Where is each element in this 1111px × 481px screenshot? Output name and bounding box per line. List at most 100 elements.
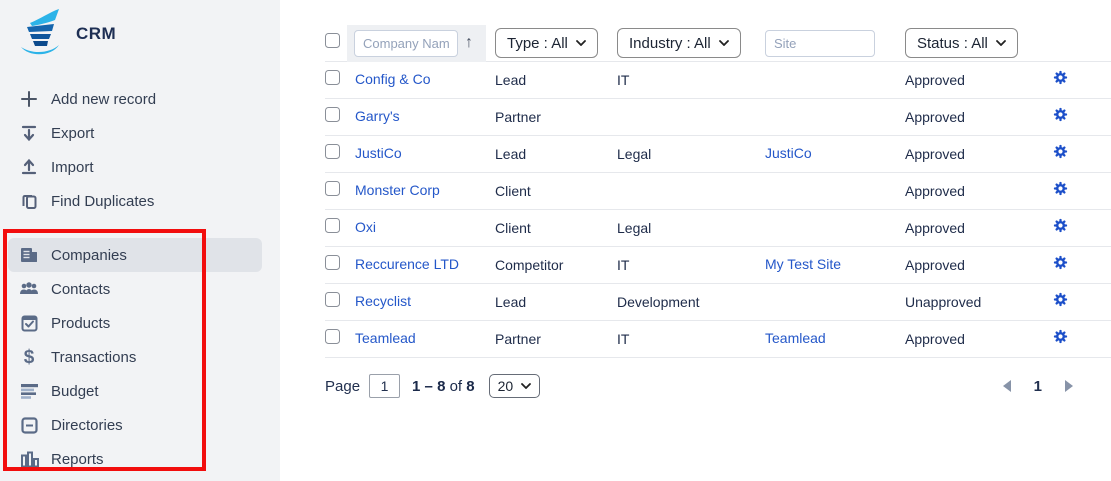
row-checkbox[interactable] [325,107,340,122]
status-cell: Approved [905,146,1053,162]
type-cell: Lead [495,294,617,310]
directories-icon [18,415,40,435]
select-all-checkbox[interactable] [325,33,340,48]
sidebar-item-find-duplicates[interactable]: Find Duplicates [0,184,280,218]
sidebar-item-export[interactable]: Export [0,116,280,150]
crm-boat-logo-icon [14,8,62,61]
industry-cell: Development [617,294,765,310]
company-name-link[interactable]: Recyclist [355,293,411,309]
page-switcher: 1 [1003,378,1097,395]
table-row[interactable]: Monster Corp Client Approved [325,173,1111,210]
sidebar-item-contacts[interactable]: Contacts [0,272,280,306]
page-size-value: 20 [498,378,514,394]
next-page-icon[interactable] [1065,380,1073,392]
company-name-link[interactable]: Teamlead [355,330,416,346]
sidebar-item-label: Contacts [51,281,110,298]
gear-icon[interactable] [1053,70,1068,85]
sidebar-item-budget[interactable]: Budget [0,374,280,408]
sidebar-item-label: Transactions [51,349,136,366]
row-checkbox[interactable] [325,218,340,233]
sidebar-item-transactions[interactable]: $ Transactions [0,340,280,374]
sidebar-item-companies[interactable]: Companies [0,238,280,272]
status-cell: Approved [905,183,1053,199]
gear-icon[interactable] [1053,218,1068,233]
contacts-icon [18,279,40,299]
sidebar-item-add-new-record[interactable]: Add new record [0,82,280,116]
table-row[interactable]: Config & Co Lead IT Approved [325,62,1111,99]
table-row[interactable]: Reccurence LTD Competitor IT My Test Sit… [325,247,1111,284]
gear-icon[interactable] [1053,107,1068,122]
previous-page-icon[interactable] [1003,380,1011,392]
site-link[interactable]: JustiCo [765,145,812,161]
transactions-icon: $ [18,347,40,367]
company-name-link[interactable]: Oxi [355,219,376,235]
gear-icon[interactable] [1053,255,1068,270]
status-cell: Approved [905,257,1053,273]
page-number-input[interactable] [369,374,400,398]
companies-icon [18,245,40,265]
industry-filter-dropdown[interactable]: Industry : All [617,28,741,58]
gear-icon[interactable] [1053,181,1068,196]
status-cell: Approved [905,109,1053,125]
gear-icon[interactable] [1053,292,1068,307]
site-link[interactable]: Teamlead [765,330,826,346]
type-cell: Client [495,183,617,199]
row-checkbox[interactable] [325,292,340,307]
site-filter-input[interactable] [765,30,875,57]
type-cell: Lead [495,72,617,88]
gear-icon[interactable] [1053,329,1068,344]
sidebar-nav: Companies Contacts Products $ Transactio… [0,238,280,476]
status-cell: Approved [905,331,1053,347]
row-checkbox[interactable] [325,144,340,159]
table-row[interactable]: JustiCo Lead Legal JustiCo Approved [325,136,1111,173]
row-checkbox[interactable] [325,329,340,344]
gear-icon[interactable] [1053,144,1068,159]
chevron-down-icon [576,40,586,46]
total-count: 8 [466,378,474,395]
sidebar-item-label: Reports [51,451,104,468]
sidebar-item-label: Products [51,315,110,332]
of-label: of [450,378,463,395]
table-filter-row: ↑ Type : All Industry : All Status : All [325,25,1111,62]
table-row[interactable]: Recyclist Lead Development Unapproved [325,284,1111,321]
table-row[interactable]: Garry's Partner Approved [325,99,1111,136]
type-cell: Partner [495,109,617,125]
sidebar-item-reports[interactable]: Reports [0,442,280,476]
sidebar-item-label: Export [51,125,94,142]
row-checkbox[interactable] [325,255,340,270]
company-name-link[interactable]: Garry's [355,108,400,124]
chevron-down-icon [521,383,531,389]
table-row[interactable]: Oxi Client Legal Approved [325,210,1111,247]
sidebar-item-import[interactable]: Import [0,150,280,184]
industry-cell: IT [617,72,765,88]
status-cell: Approved [905,220,1053,236]
status-cell: Approved [905,72,1053,88]
type-cell: Lead [495,146,617,162]
type-filter-dropdown[interactable]: Type : All [495,28,598,58]
type-cell: Partner [495,331,617,347]
company-name-link[interactable]: Config & Co [355,71,430,87]
sort-ascending-icon[interactable]: ↑ [465,35,473,51]
row-checkbox[interactable] [325,181,340,196]
status-filter-label: Status : All [917,35,988,52]
company-name-link[interactable]: Reccurence LTD [355,256,459,272]
row-checkbox[interactable] [325,70,340,85]
sidebar-item-label: Companies [51,247,127,264]
company-name-filter-input[interactable] [354,30,458,57]
company-name-link[interactable]: JustiCo [355,145,402,161]
industry-cell: Legal [617,220,765,236]
status-filter-dropdown[interactable]: Status : All [905,28,1018,58]
budget-icon [18,381,40,401]
sidebar-item-directories[interactable]: Directories [0,408,280,442]
sidebar-item-label: Import [51,159,94,176]
table-row[interactable]: Teamlead Partner IT Teamlead Approved [325,321,1111,358]
page-label: Page [325,378,360,395]
sidebar-item-label: Directories [51,417,123,434]
current-page-number[interactable]: 1 [1034,378,1042,395]
site-link[interactable]: My Test Site [765,256,841,272]
company-name-link[interactable]: Monster Corp [355,182,440,198]
status-cell: Unapproved [905,294,1053,310]
page-size-select[interactable]: 20 [489,374,541,398]
chevron-down-icon [996,40,1006,46]
sidebar-item-products[interactable]: Products [0,306,280,340]
